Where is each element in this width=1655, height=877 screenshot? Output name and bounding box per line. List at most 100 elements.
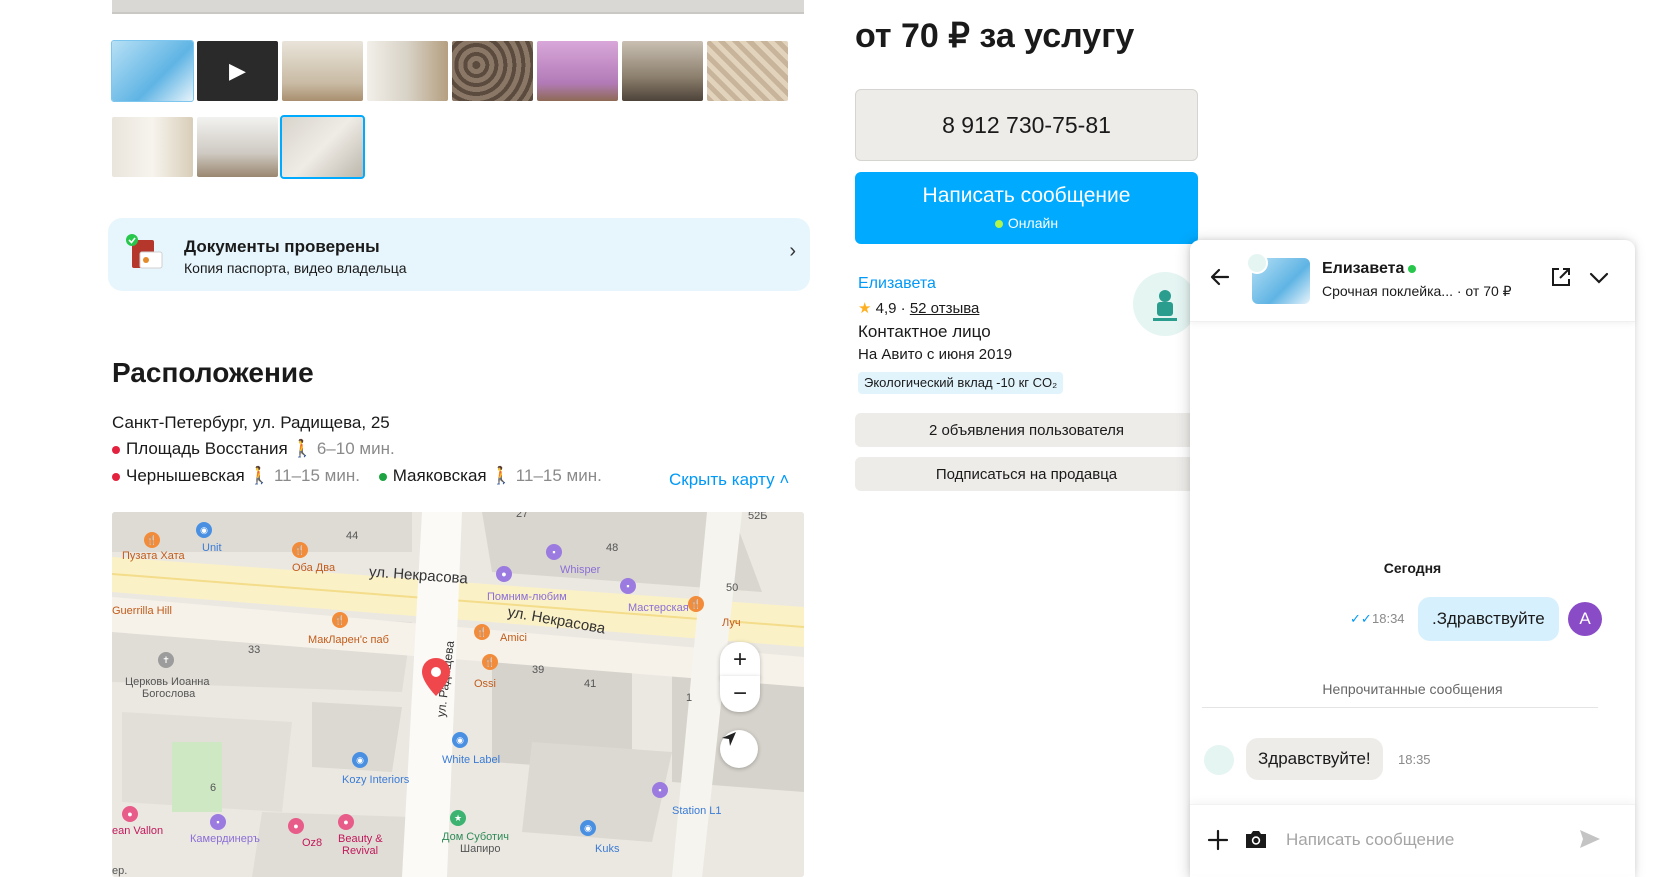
map-place-label: Оба Два xyxy=(292,562,336,574)
gallery-thumb-active[interactable] xyxy=(280,115,365,179)
play-icon: ▶ xyxy=(229,58,246,83)
beauty-icon: ● xyxy=(288,818,304,834)
map-place-label: Луч xyxy=(722,617,741,629)
rating-value: 4,9 xyxy=(875,300,897,317)
unread-separator: Непрочитанные сообщения xyxy=(1322,681,1503,697)
gallery-thumb[interactable] xyxy=(197,117,278,177)
map-place-label: Oz8 xyxy=(302,837,323,849)
main-photo[interactable] xyxy=(112,0,804,14)
chevron-up-icon: ˄ xyxy=(779,470,790,489)
gallery-thumb[interactable] xyxy=(452,41,533,101)
chat-listing-title: Срочная поклейка... · от 70 ₽ xyxy=(1322,283,1512,300)
shop-icon: ◉ xyxy=(352,752,368,768)
gallery-thumb[interactable] xyxy=(707,41,788,101)
chat-listing-price: · от 70 ₽ xyxy=(1456,283,1512,299)
shop-icon: ◉ xyxy=(452,732,468,748)
gallery-thumb[interactable] xyxy=(282,41,363,101)
map[interactable]: ул. Некрасова ул. Некрасова ул. Радищева… xyxy=(112,512,804,877)
show-phone-button[interactable]: 8 912 730-75-81 xyxy=(855,89,1198,161)
outgoing-message: .Здравствуйте xyxy=(1418,597,1559,641)
map-house-number: 50 xyxy=(726,582,739,594)
map-place-label: Богослова xyxy=(142,688,196,700)
seller-name-link[interactable]: Елизавета xyxy=(858,275,936,293)
map-house-number: 39 xyxy=(532,664,545,676)
seller-rating: ★ 4,9 · 52 отзыва xyxy=(858,300,980,317)
chevron-down-icon[interactable] xyxy=(1588,268,1610,288)
attach-plus-icon[interactable] xyxy=(1206,828,1230,852)
wallpaper-logo-icon xyxy=(1153,290,1177,321)
church-icon: ✝ xyxy=(158,652,174,668)
metro-time: 11–15 мин. xyxy=(515,466,602,485)
listing-page: ▶ Документы проверены Копия паспорта, ви… xyxy=(0,0,1655,877)
seller-avatar[interactable] xyxy=(1133,272,1197,336)
user-ads-button[interactable]: 2 объявления пользователя xyxy=(855,413,1198,447)
walk-icon: 🚶 xyxy=(490,466,512,485)
chevron-right-icon: › xyxy=(789,240,796,262)
locate-me-button[interactable] xyxy=(720,730,758,768)
message-input[interactable] xyxy=(1286,823,1566,857)
map-place-label: Шапиро xyxy=(460,843,501,855)
restaurant-icon: 🍴 xyxy=(332,612,348,628)
write-message-label: Написать сообщение xyxy=(922,184,1131,207)
map-place-label: Whisper xyxy=(560,564,601,576)
chat-header: Елизавета Срочная поклейка... · от 70 ₽ xyxy=(1190,240,1635,322)
map-place-label: МакЛарен'с паб xyxy=(308,634,389,646)
gallery-thumb[interactable] xyxy=(622,41,703,101)
documents-verified-banner[interactable]: Документы проверены Копия паспорта, виде… xyxy=(108,218,810,291)
map-place-label: Мастерская xyxy=(628,602,689,614)
metro-time: 11–15 мин. xyxy=(273,466,360,485)
send-icon[interactable] xyxy=(1578,828,1602,850)
hotel-icon: ▪ xyxy=(620,578,636,594)
chat-contact-name: Елизавета xyxy=(1322,260,1417,278)
seller-avatar-small xyxy=(1204,745,1234,775)
message-composer xyxy=(1190,804,1635,874)
online-status: Онлайн xyxy=(855,215,1198,231)
shop-icon: ◉ xyxy=(580,820,596,836)
hotel-icon: ▪ xyxy=(210,814,226,830)
zoom-in-button[interactable]: + xyxy=(720,642,760,678)
reviews-link[interactable]: 52 отзыва xyxy=(910,300,980,317)
map-place-label: Station L1 xyxy=(672,805,722,817)
map-house-number: 1 xyxy=(686,692,693,704)
metro-name: Маяковская xyxy=(392,466,487,485)
metro-dot xyxy=(378,472,387,481)
landmark-icon: ★ xyxy=(450,810,466,826)
zoom-out-button[interactable]: − xyxy=(720,676,760,712)
back-arrow-icon[interactable] xyxy=(1208,265,1232,289)
map-house-number: 6 xyxy=(210,782,217,794)
metro-time: 6–10 мин. xyxy=(316,439,395,458)
write-message-button[interactable]: Написать сообщение Онлайн xyxy=(855,172,1198,244)
subscribe-seller-button[interactable]: Подписаться на продавца xyxy=(855,457,1198,491)
camera-icon[interactable] xyxy=(1244,828,1268,850)
eco-badge[interactable]: Экологический вклад -10 кг CO₂ xyxy=(858,372,1064,394)
online-dot xyxy=(994,220,1003,229)
map-place-label: Пузата Хата xyxy=(122,550,185,562)
gallery-thumb-video[interactable]: ▶ xyxy=(197,41,278,101)
restaurant-icon: 🍴 xyxy=(474,624,490,640)
gallery-thumb[interactable] xyxy=(537,41,618,101)
restaurant-icon: 🍴 xyxy=(292,542,308,558)
incoming-message-time: 18:35 xyxy=(1398,752,1431,767)
documents-subtitle: Копия паспорта, видео владельца xyxy=(184,260,407,276)
metro-station: Площадь Восстания 🚶 6–10 мин. xyxy=(112,439,395,459)
gallery-thumb[interactable] xyxy=(367,41,448,101)
beauty-icon: ● xyxy=(122,806,138,822)
metro-line: Чернышевская 🚶 11–15 мин. Маяковская 🚶 11–15… xyxy=(112,466,616,486)
map-house-number: 27 xyxy=(516,512,529,520)
gallery-thumb[interactable] xyxy=(112,117,193,177)
online-status-label: Онлайн xyxy=(1007,215,1059,231)
hide-map-link[interactable]: Скрыть карту ˄ xyxy=(669,470,789,490)
restaurant-icon: 🍴 xyxy=(688,596,704,612)
open-external-icon[interactable] xyxy=(1550,266,1572,288)
documents-title: Документы проверены xyxy=(184,237,380,256)
metro-name: Площадь Восстания xyxy=(126,439,288,458)
metro-dot xyxy=(112,472,120,481)
map-place-label: Beauty & xyxy=(338,833,383,845)
gallery-thumb[interactable] xyxy=(111,40,194,102)
price: от 70 ₽ за услугу xyxy=(855,17,1135,55)
map-house-number: 41 xyxy=(584,678,597,690)
location-address: Санкт-Петербург, ул. Радищева, 25 xyxy=(112,413,390,432)
chat-day-separator: Сегодня xyxy=(1383,560,1442,576)
passport-check-icon xyxy=(126,234,163,269)
map-place-label: Церковь Иоанна xyxy=(125,676,210,688)
